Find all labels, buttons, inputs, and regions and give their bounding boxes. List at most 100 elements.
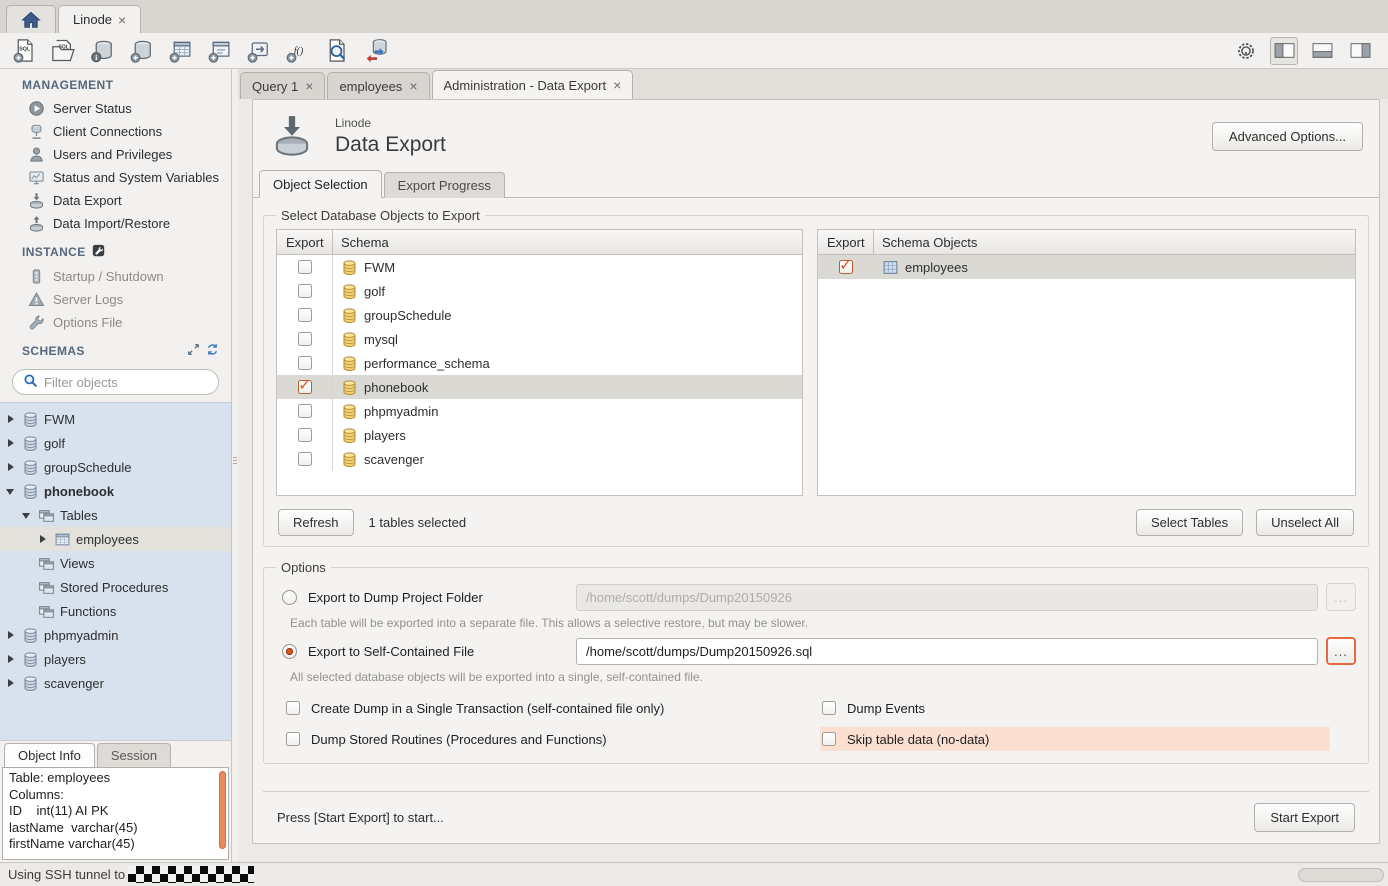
chevron-right-icon[interactable] [6, 654, 17, 665]
dump-folder-path-input[interactable] [576, 584, 1318, 611]
table-row-phonebook[interactable]: phonebook [277, 375, 802, 399]
sidebar-item-client-connections[interactable]: Client Connections [0, 120, 231, 143]
tab-query-1[interactable]: Query 1× [240, 72, 325, 99]
sidebar-item-data-import-restore[interactable]: Data Import/Restore [0, 212, 231, 235]
tab-administration-data-export[interactable]: Administration - Data Export× [432, 70, 634, 99]
open-sql-file-icon[interactable]: SQL [49, 37, 77, 65]
table-row-employees[interactable]: employees [818, 255, 1355, 279]
toggle-bottom-panel-icon[interactable] [1308, 37, 1336, 65]
chevron-right-icon[interactable] [6, 414, 17, 425]
chevron-right-icon[interactable] [6, 462, 17, 473]
table-row-golf[interactable]: golf [277, 279, 802, 303]
refresh-button[interactable]: Refresh [278, 509, 354, 536]
toggle-left-sidebar-icon[interactable] [1270, 37, 1298, 65]
new-query-tab-icon[interactable]: SQL [10, 37, 38, 65]
tree-item-views[interactable]: Views [0, 551, 231, 575]
tree-item-groupschedule[interactable]: groupSchedule [0, 455, 231, 479]
sidebar-item-data-export[interactable]: Data Export [0, 189, 231, 212]
tree-item-golf[interactable]: golf [0, 431, 231, 455]
dump-folder-radio[interactable] [282, 590, 297, 605]
chevron-right-icon[interactable] [6, 630, 17, 641]
browse-folder-button[interactable]: ... [1326, 583, 1356, 611]
close-icon[interactable]: × [305, 79, 313, 93]
tab-object-selection[interactable]: Object Selection [259, 170, 382, 198]
tree-item-fwm[interactable]: FWM [0, 407, 231, 431]
tree-item-tables[interactable]: Tables [0, 503, 231, 527]
sidebar-item-server-status[interactable]: Server Status [0, 97, 231, 120]
sidebar-splitter[interactable] [232, 69, 238, 862]
scrollbar-thumb[interactable] [219, 771, 226, 849]
refresh-schemas-icon[interactable] [206, 343, 219, 359]
close-icon[interactable]: × [613, 78, 621, 92]
checkbox-unchecked[interactable] [298, 452, 312, 466]
checkbox-unchecked[interactable] [298, 308, 312, 322]
sidebar-item-users-and-privileges[interactable]: Users and Privileges [0, 143, 231, 166]
tab-employees[interactable]: employees× [327, 72, 429, 99]
table-row-fwm[interactable]: FWM [277, 255, 802, 279]
tree-item-stored-procedures[interactable]: Stored Procedures [0, 575, 231, 599]
toggle-right-sidebar-icon[interactable] [1346, 37, 1374, 65]
chevron-right-icon[interactable] [6, 438, 17, 449]
reconnect-database-icon[interactable] [361, 37, 389, 65]
unselect-all-button[interactable]: Unselect All [1256, 509, 1354, 536]
schema-filter-input[interactable] [44, 375, 220, 390]
chevron-right-icon[interactable] [38, 534, 49, 545]
create-view-icon[interactable] [205, 37, 233, 65]
self-contained-path-input[interactable] [576, 638, 1318, 665]
close-icon[interactable]: × [118, 13, 126, 27]
gear-icon[interactable] [1232, 37, 1260, 65]
sidebar-item-server-logs[interactable]: Server Logs [0, 288, 231, 311]
checkbox-unchecked[interactable] [298, 332, 312, 346]
expand-schemas-icon[interactable] [187, 343, 200, 359]
chevron-down-icon[interactable] [22, 510, 33, 521]
checkbox-unchecked[interactable] [298, 404, 312, 418]
checkbox-unchecked[interactable] [298, 284, 312, 298]
tree-item-employees[interactable]: employees [0, 527, 231, 551]
tree-item-phonebook[interactable]: phonebook [0, 479, 231, 503]
checkbox-unchecked[interactable] [822, 732, 836, 746]
chevron-down-icon[interactable] [6, 486, 17, 497]
close-icon[interactable]: × [409, 79, 417, 93]
option-create-dump-in-a-single-transaction-self[interactable]: Create Dump in a Single Transaction (sel… [284, 696, 820, 720]
checkbox-checked[interactable] [298, 380, 312, 394]
sidebar-item-options-file[interactable]: Options File [0, 311, 231, 334]
sidebar-item-status-and-system-variables[interactable]: Status and System Variables [0, 166, 231, 189]
checkbox-unchecked[interactable] [286, 701, 300, 715]
table-row-players[interactable]: players [277, 423, 802, 447]
tab-session[interactable]: Session [97, 743, 171, 767]
tree-item-functions[interactable]: Functions [0, 599, 231, 623]
select-tables-button[interactable]: Select Tables [1136, 509, 1243, 536]
sidebar-item-startup-shutdown[interactable]: Startup / Shutdown [0, 265, 231, 288]
option-skip-table-data-no-data-[interactable]: Skip table data (no-data) [820, 727, 1330, 751]
tree-item-scavenger[interactable]: scavenger [0, 671, 231, 695]
create-procedure-icon[interactable] [244, 37, 272, 65]
create-schema-icon[interactable] [127, 37, 155, 65]
table-row-groupschedule[interactable]: groupSchedule [277, 303, 802, 327]
search-data-icon[interactable] [322, 37, 350, 65]
inspect-database-icon[interactable]: i [88, 37, 116, 65]
tree-item-phpmyadmin[interactable]: phpmyadmin [0, 623, 231, 647]
chevron-right-icon[interactable] [6, 678, 17, 689]
create-table-icon[interactable] [166, 37, 194, 65]
tab-export-progress[interactable]: Export Progress [384, 172, 505, 198]
browse-file-button[interactable]: ... [1326, 637, 1356, 665]
table-row-phpmyadmin[interactable]: phpmyadmin [277, 399, 802, 423]
create-function-icon[interactable]: f() [283, 37, 311, 65]
horizontal-scrollbar-thumb[interactable] [1298, 868, 1384, 882]
checkbox-unchecked[interactable] [298, 260, 312, 274]
tree-item-players[interactable]: players [0, 647, 231, 671]
connection-tab-linode[interactable]: Linode × [58, 5, 141, 33]
advanced-options-button[interactable]: Advanced Options... [1212, 122, 1363, 151]
checkbox-unchecked[interactable] [298, 428, 312, 442]
table-row-mysql[interactable]: mysql [277, 327, 802, 351]
checkbox-checked[interactable] [839, 260, 853, 274]
table-row-scavenger[interactable]: scavenger [277, 447, 802, 471]
self-contained-radio[interactable] [282, 644, 297, 659]
table-row-performance-schema[interactable]: performance_schema [277, 351, 802, 375]
option-dump-events[interactable]: Dump Events [820, 696, 1356, 720]
tab-object-info[interactable]: Object Info [4, 743, 95, 767]
option-dump-stored-routines-procedures-and-func[interactable]: Dump Stored Routines (Procedures and Fun… [284, 727, 820, 751]
start-export-button[interactable]: Start Export [1254, 803, 1355, 832]
checkbox-unchecked[interactable] [286, 732, 300, 746]
checkbox-unchecked[interactable] [298, 356, 312, 370]
